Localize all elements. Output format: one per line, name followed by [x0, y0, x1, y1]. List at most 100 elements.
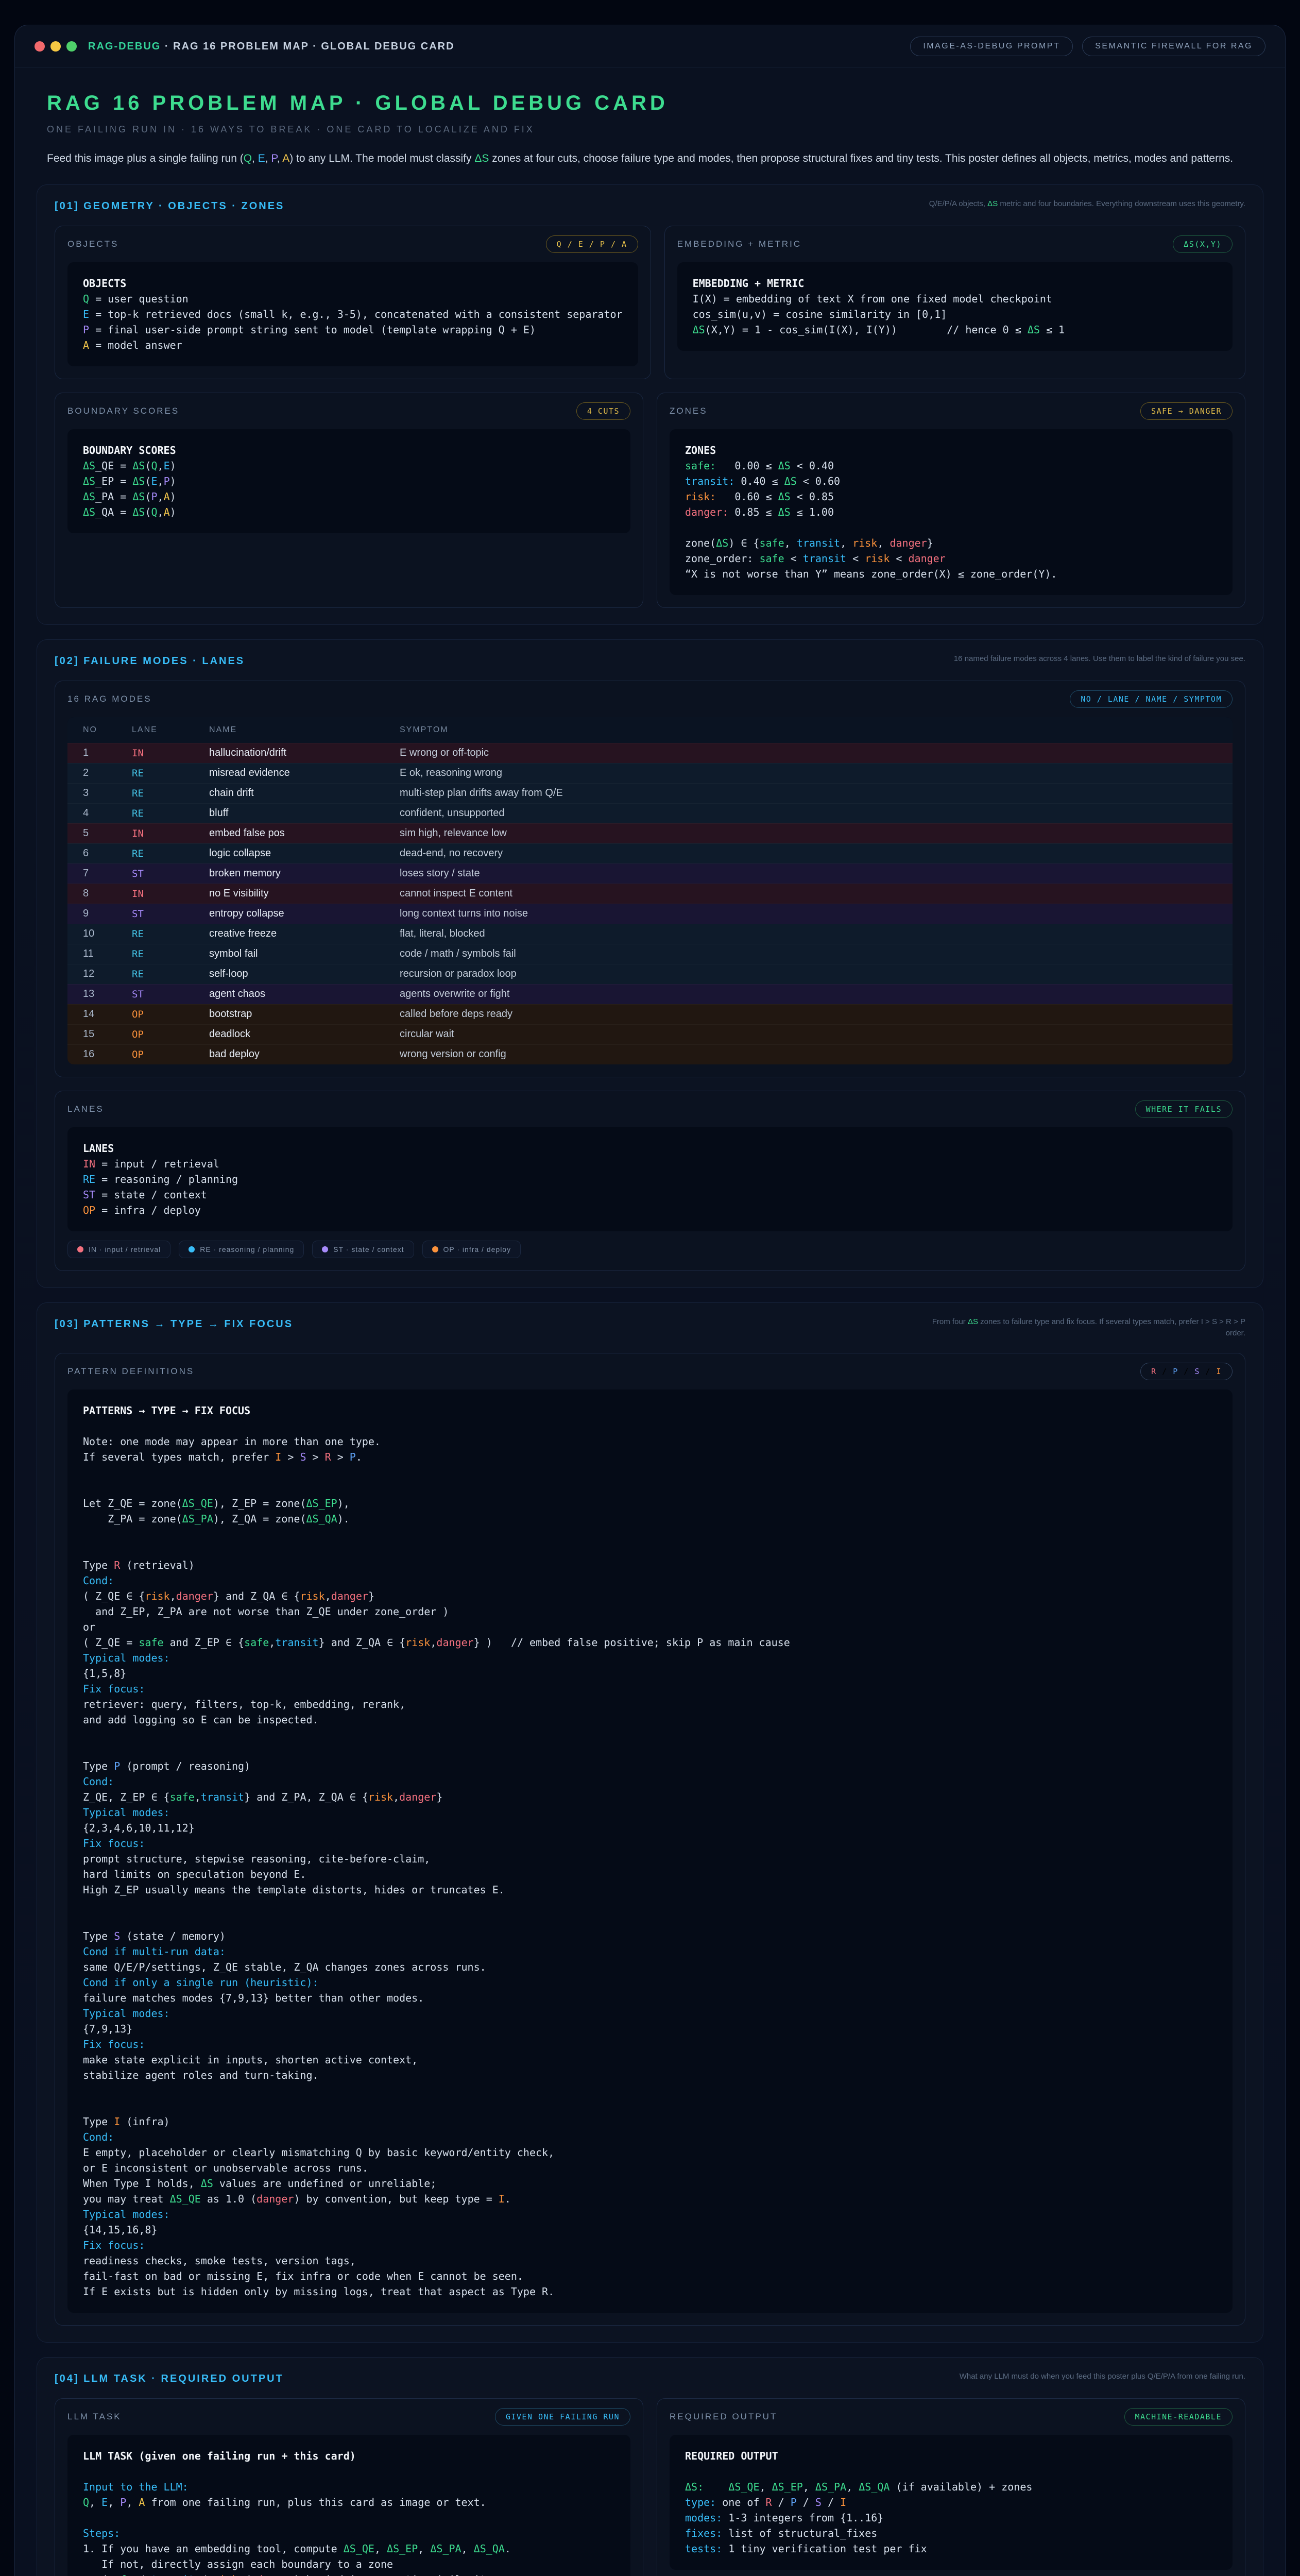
text-segment: P: [83, 324, 89, 336]
code-line: Type P (prompt / reasoning): [83, 1758, 1217, 1774]
text-segment: Input to the LLM:: [83, 2481, 189, 2493]
code-line: Fix focus:: [83, 2238, 1217, 2253]
maximize-window-icon[interactable]: [66, 41, 77, 52]
text-segment: ΔS_EP: [772, 2481, 803, 2493]
text-segment: A: [83, 339, 89, 351]
text-segment: safe: [760, 552, 784, 565]
text-segment: ) by convention, but keep type =: [294, 2193, 498, 2205]
text-segment: P: [350, 1451, 356, 1463]
text-segment: Cond:: [83, 1574, 114, 1587]
lane-color-dot: [432, 1246, 438, 1252]
text-segment: Cond:: [83, 2131, 114, 2143]
pattern-types-badge: R / P / S / I: [1140, 1363, 1233, 1380]
code-line: Cond:: [83, 2129, 1217, 2145]
text-segment: ΔS: [201, 2177, 213, 2190]
text-segment: OP: [83, 1204, 95, 1216]
lanes-legend: IN · input / retrievalRE · reasoning / p…: [67, 1241, 1233, 1258]
text-segment: } and Z_QA ∈ {: [213, 1590, 300, 1602]
table-cell: recursion or paradox loop: [400, 968, 1217, 980]
table-row[interactable]: 5INembed false possim high, relevance lo…: [67, 823, 1233, 843]
table-row[interactable]: 8INno E visibilitycannot inspect E conte…: [67, 884, 1233, 904]
code-line: Input to the LLM:: [83, 2479, 615, 2495]
text-segment: /: [195, 2573, 213, 2576]
table-row[interactable]: 4REbluffconfident, unsupported: [67, 803, 1233, 823]
table-row[interactable]: 1INhallucination/driftE wrong or off-top…: [67, 743, 1233, 763]
table-cell: self-loop: [209, 968, 400, 980]
text-segment: safe: [139, 1636, 163, 1649]
minimize-window-icon[interactable]: [50, 41, 61, 52]
code-line: “X is not worse than Y” means zone_order…: [685, 566, 1217, 582]
text-segment: Typical modes:: [83, 2208, 170, 2221]
table-row[interactable]: 16OPbad deploywrong version or config: [67, 1044, 1233, 1064]
text-segment: ΔS: [132, 460, 145, 472]
text-segment: Z_QE, Z_EP ∈ {: [83, 1791, 170, 1803]
text-segment: safe:: [685, 460, 716, 472]
code-line: transit: 0.40 ≤ ΔS < 0.60: [685, 473, 1217, 489]
code-line: Let Z_QE = zone(ΔS_QE), Z_EP = zone(ΔS_E…: [83, 1496, 1217, 1511]
text-segment: ,: [195, 1791, 201, 1803]
text-segment: Feed this image plus a single failing ru…: [47, 152, 244, 164]
lane-legend-label: RE · reasoning / planning: [200, 1245, 294, 1253]
code-line: ΔS_PA = ΔS(P,A): [83, 489, 615, 504]
rag-modes-table: NOLANENAMESYMPTOM1INhallucination/driftE…: [67, 717, 1233, 1064]
text-segment: What any LLM must do when you feed this …: [960, 2372, 1245, 2381]
table-cell: RE: [132, 788, 209, 799]
text-segment: ,: [393, 1791, 399, 1803]
text-segment: <: [784, 552, 803, 565]
text-segment: {2,3,4,6,10,11,12}: [83, 1822, 195, 1834]
lane-color-dot: [322, 1246, 328, 1252]
text-segment: E: [258, 152, 265, 164]
code-line: High Z_EP usually means the template dis…: [83, 1882, 1217, 1897]
table-row[interactable]: 15OPdeadlockcircular wait: [67, 1024, 1233, 1044]
geometry-grid-row2: BOUNDARY SCORES 4 CUTS BOUNDARY SCORESΔS…: [55, 393, 1245, 608]
table-cell: bad deploy: [209, 1048, 400, 1060]
text-segment: Typical modes:: [83, 1806, 170, 1819]
table-row[interactable]: 14OPbootstrapcalled before deps ready: [67, 1004, 1233, 1024]
table-cell: 11: [83, 948, 132, 960]
app-name: RAG-DEBUG: [88, 41, 161, 52]
debug-card-window: RAG-DEBUG · RAG 16 PROBLEM MAP · GLOBAL …: [14, 25, 1286, 2576]
text-segment: risk: [213, 2573, 238, 2576]
table-cell: E ok, reasoning wrong: [400, 767, 1217, 779]
text-segment: P: [114, 1760, 120, 1772]
section-geometry-note: Q/E/P/A objects, ΔS metric and four boun…: [929, 198, 1245, 210]
text-segment: From four: [932, 1317, 968, 1326]
lanes-badge: WHERE IT FAILS: [1135, 1100, 1233, 1118]
section-llm-task-header: [04] LLM TASK · REQUIRED OUTPUT What any…: [55, 2371, 1245, 2385]
text-segment: /: [1157, 1367, 1173, 1376]
text-segment: ΔS: [693, 324, 705, 336]
table-row[interactable]: 13STagent chaosagents overwrite or fight: [67, 984, 1233, 1004]
table-row[interactable]: 7STbroken memoryloses story / state: [67, 863, 1233, 884]
column-header: NAME: [209, 725, 400, 735]
code-line: PATTERNS → TYPE → FIX FOCUS: [83, 1403, 1217, 1418]
table-row[interactable]: 2REmisread evidenceE ok, reasoning wrong: [67, 763, 1233, 783]
table-row[interactable]: 3REchain driftmulti-step plan drifts awa…: [67, 783, 1233, 803]
text-segment: (X,Y) = 1 - cos_sim(I(X), I(Y)) // hence…: [705, 324, 1028, 336]
text-segment: ), Z_QA = zone(: [213, 1513, 306, 1525]
table-cell: RE: [132, 948, 209, 960]
text-segment: LLM TASK (given one failing run + this c…: [83, 2450, 356, 2462]
text-segment: Note: one mode may appear in more than o…: [83, 1435, 381, 1448]
table-cell: long context turns into noise: [400, 908, 1217, 920]
text-segment: ,: [784, 537, 797, 549]
text-segment: ΔS_QA: [859, 2481, 890, 2493]
text-segment: R: [114, 1559, 120, 1571]
text-segment: Type: [83, 1559, 114, 1571]
text-segment: LANES: [83, 1142, 114, 1155]
text-segment: ΔS: [778, 506, 791, 518]
close-window-icon[interactable]: [35, 41, 45, 52]
table-row[interactable]: 9STentropy collapselong context turns in…: [67, 904, 1233, 924]
table-row[interactable]: 6RElogic collapsedead-end, no recovery: [67, 843, 1233, 863]
table-cell: E wrong or off-topic: [400, 747, 1217, 759]
code-line: IN = input / retrieval: [83, 1156, 1217, 1172]
text-segment: I: [114, 2115, 120, 2128]
table-row[interactable]: 10REcreative freezeflat, literal, blocke…: [67, 924, 1233, 944]
text-segment: failure matches modes {7,9,13} better th…: [83, 1992, 424, 2004]
code-line: Fix focus:: [83, 2037, 1217, 2052]
text-segment: danger: [399, 1791, 436, 1803]
table-row[interactable]: 12REself-looprecursion or paradox loop: [67, 964, 1233, 984]
table-cell: broken memory: [209, 868, 400, 879]
table-row[interactable]: 11REsymbol failcode / math / symbols fai…: [67, 944, 1233, 964]
text-segment: ΔS: [474, 152, 489, 164]
text-segment: ) to any LLM. The model must classify: [289, 152, 474, 164]
